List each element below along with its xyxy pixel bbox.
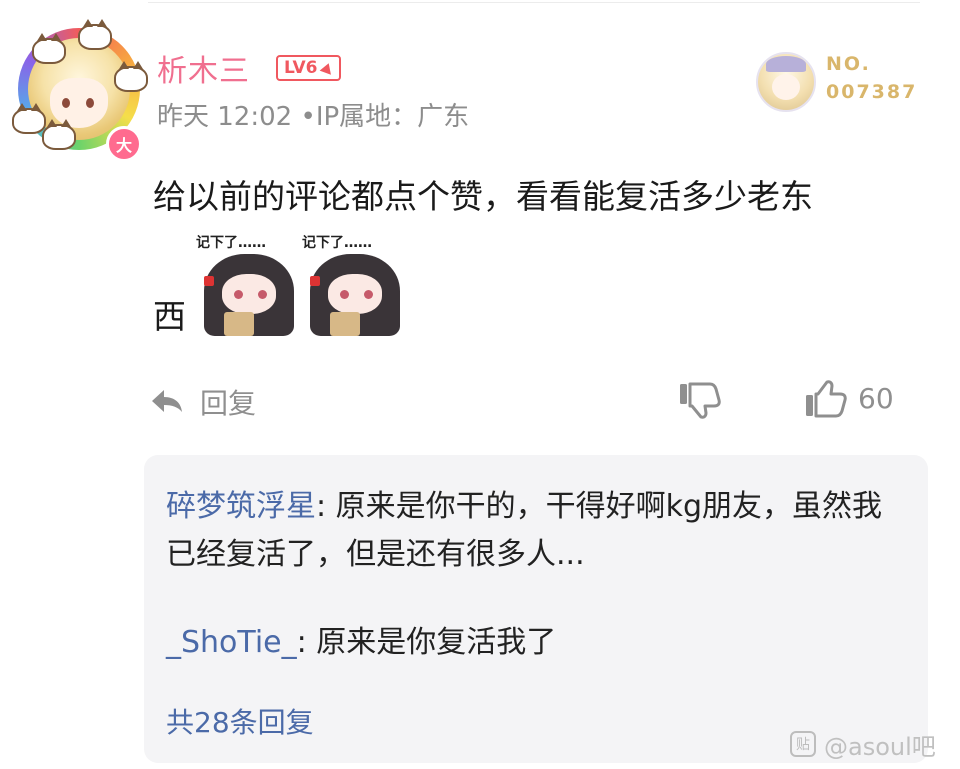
fan-badge-avatar[interactable]: [756, 52, 816, 112]
lightning-icon: [320, 61, 335, 75]
dislike-icon[interactable]: [678, 380, 722, 420]
comment-meta: 昨天 12:02 •IP属地：广东: [157, 96, 469, 133]
watermark: 贴 @asoul吧: [790, 730, 936, 761]
avatar-face: [50, 78, 108, 128]
comment-text-continued: 西: [153, 297, 186, 336]
fan-badge-number[interactable]: NO. 007387: [826, 50, 917, 106]
comment-text: 给以前的评论都点个赞，看看能复活多少老东: [153, 177, 813, 216]
cat-icon: [114, 61, 148, 92]
tieba-logo-icon: 贴: [790, 731, 816, 757]
sticker-paper: [330, 312, 360, 336]
sub-reply-item[interactable]: _ShoTie_: 原来是你复活我了: [166, 619, 886, 667]
sticker-caption: 记下了……: [196, 235, 266, 251]
fan-badge-line1: NO.: [826, 53, 871, 75]
avatar-eye: [86, 98, 94, 108]
level-badge: LV6: [276, 55, 342, 81]
sticker-ribbon: [310, 276, 320, 286]
avatar-badge: 大: [106, 126, 142, 162]
ip-location: IP属地：广东: [315, 102, 470, 132]
like-count: 60: [858, 382, 894, 415]
sticker-ribbon: [204, 276, 214, 286]
watermark-text: @asoul吧: [824, 732, 936, 761]
reply-button[interactable]: 回复: [200, 382, 256, 422]
reply-arrow-icon[interactable]: [150, 388, 184, 414]
sticker-paper: [224, 312, 254, 336]
sticker-face: [222, 274, 276, 314]
avatar-eye: [62, 98, 70, 108]
cat-icon: [32, 33, 66, 64]
sub-reply-item[interactable]: 碎梦筑浮星: 原来是你干的，干得好啊kg朋友，虽然我已经复活了，但是还有很多人.…: [166, 483, 886, 579]
sticker-face: [328, 274, 382, 314]
username[interactable]: 析木三: [157, 46, 250, 90]
level-text: LV6: [284, 58, 318, 78]
sticker-emoji[interactable]: 记下了……: [196, 232, 304, 336]
sub-reply-username[interactable]: _ShoTie_: [166, 625, 297, 660]
face-shape: [772, 74, 800, 100]
sub-reply-username[interactable]: 碎梦筑浮星: [166, 489, 316, 524]
fan-badge-line2: 007387: [826, 81, 918, 103]
cat-icon: [42, 119, 76, 150]
sticker-caption: 记下了……: [302, 235, 372, 251]
cat-icon: [78, 19, 112, 50]
sticker-eye: [258, 290, 267, 299]
meta-separator: •: [300, 102, 316, 132]
sub-reply-text: : 原来是你复活我了: [296, 625, 557, 660]
cat-icon: [12, 103, 46, 134]
divider: [148, 2, 920, 3]
sticker-eye: [234, 290, 243, 299]
sticker-eye: [364, 290, 373, 299]
avatar[interactable]: 大: [12, 19, 148, 162]
like-icon[interactable]: [804, 378, 848, 420]
comment-time: 昨天 12:02: [157, 102, 293, 132]
sticker-eye: [340, 290, 349, 299]
sticker-emoji[interactable]: 记下了……: [302, 232, 410, 336]
comment-actions: 回复 60: [0, 376, 960, 426]
hat-shape: [766, 56, 806, 72]
view-all-replies-link[interactable]: 共28条回复: [166, 701, 314, 741]
sub-replies: 碎梦筑浮星: 原来是你干的，干得好啊kg朋友，虽然我已经复活了，但是还有很多人.…: [144, 455, 928, 763]
